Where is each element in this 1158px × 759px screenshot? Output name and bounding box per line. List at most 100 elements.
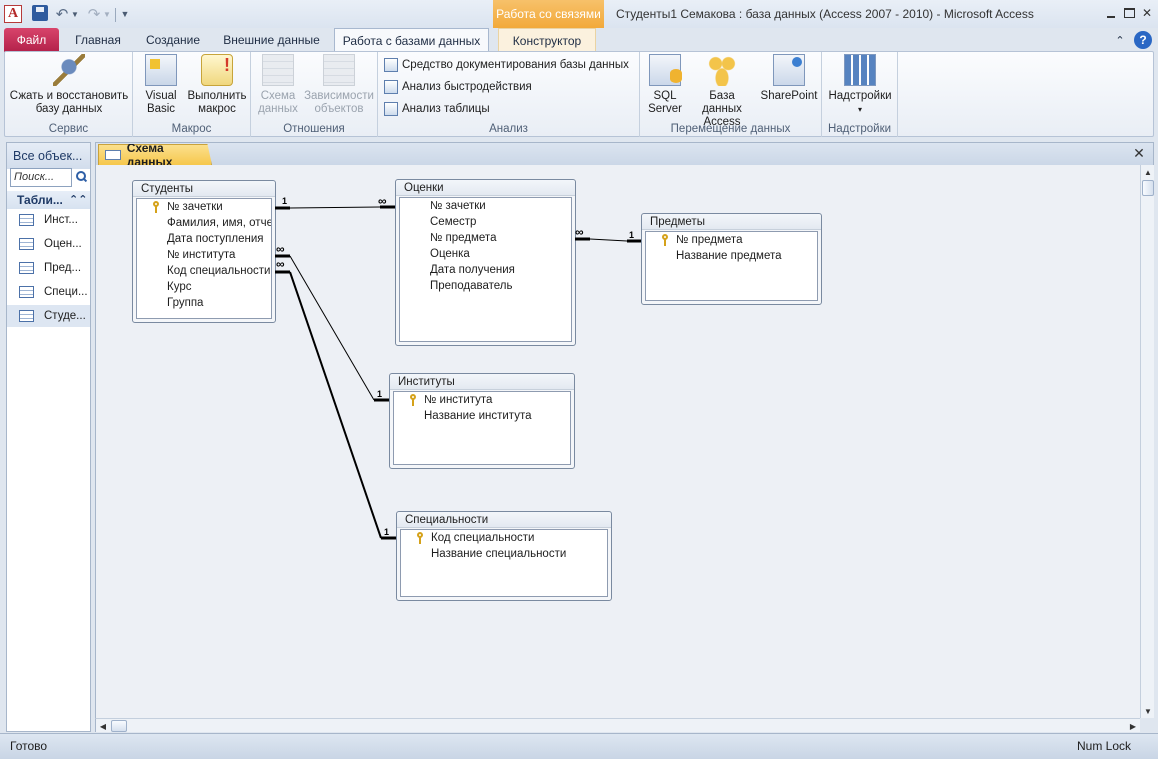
table-title[interactable]: Студенты [133, 181, 275, 197]
field-row[interactable]: Дата поступления [137, 231, 271, 247]
addins-icon [844, 54, 876, 86]
field-row[interactable]: № зачетки [137, 199, 271, 215]
document-tab-relationships[interactable]: Схема данных [98, 144, 212, 165]
sql-server-icon [649, 54, 682, 86]
status-bar: Готово Num Lock [0, 733, 1158, 759]
nav-item-label: Оцен... [44, 238, 82, 250]
vertical-scroll-thumb[interactable] [1142, 180, 1154, 196]
tab-external-data[interactable]: Внешние данные [215, 28, 328, 52]
object-dependencies-button[interactable]: Зависимости объектов [303, 54, 375, 116]
visual-basic-button[interactable]: Visual Basic [139, 54, 183, 116]
table-title[interactable]: Специальности [397, 512, 611, 528]
field-row[interactable]: Семестр [400, 214, 571, 230]
nav-pane-header[interactable]: Все объек... [7, 143, 90, 169]
run-macro-button[interactable]: Выполнить макрос [185, 54, 249, 116]
field-row[interactable]: Преподаватель [400, 278, 571, 294]
field-row[interactable]: Курс [137, 279, 271, 295]
undo-dropdown-icon[interactable]: ▼ [71, 5, 79, 23]
nav-item-label: Инст... [44, 214, 78, 226]
documenter-label: Средство документирования базы данных [402, 59, 629, 71]
field-row[interactable]: Название института [394, 408, 570, 424]
table-specialties[interactable]: Специальности Код специальности Название… [396, 511, 612, 601]
analyze-table-button[interactable]: Анализ таблицы [384, 100, 490, 118]
close-icon[interactable]: ✕ [1131, 145, 1147, 161]
field-row[interactable]: Название предмета [646, 248, 817, 264]
search-icon[interactable] [74, 170, 88, 184]
nav-item-grades[interactable]: Оцен... [7, 233, 90, 255]
chevron-up-icon[interactable]: ⌃ [1112, 28, 1128, 52]
primary-key-icon [417, 532, 425, 544]
relationships-icon [105, 150, 121, 160]
undo-icon[interactable]: ↶ [54, 5, 70, 23]
redo-icon[interactable]: ↷ [86, 5, 102, 23]
field-row[interactable]: Код специальности [137, 263, 271, 279]
table-institutes[interactable]: Институты № института Название института [389, 373, 575, 469]
help-icon[interactable]: ? [1134, 31, 1152, 49]
field-row[interactable]: Код специальности [401, 530, 607, 546]
restore-button[interactable] [1122, 6, 1136, 20]
customize-toolbar-icon[interactable]: ▼ [120, 5, 130, 23]
field-row[interactable]: № института [137, 247, 271, 263]
tab-database-tools[interactable]: Работа с базами данных [334, 28, 489, 52]
vertical-scrollbar[interactable]: ▲ ▼ [1140, 165, 1154, 718]
performance-label: Анализ быстродействия [402, 81, 532, 93]
scroll-down-icon[interactable]: ▼ [1141, 704, 1155, 718]
save-icon[interactable] [32, 5, 48, 21]
field-row[interactable]: Название специальности [401, 546, 607, 562]
nav-item-students[interactable]: Студе... [7, 305, 90, 327]
minimize-button[interactable] [1104, 6, 1118, 20]
table-title[interactable]: Оценки [396, 180, 575, 196]
nav-group-tables[interactable]: Табли... ⌃⌃ [7, 191, 90, 209]
field-row[interactable]: № института [394, 392, 570, 408]
relationships-button[interactable]: Схема данных [255, 54, 301, 116]
table-students[interactable]: Студенты № зачетки Фамилия, имя, отче Да… [132, 180, 276, 323]
field-name: Преподаватель [430, 280, 513, 292]
field-row[interactable]: Фамилия, имя, отче [137, 215, 271, 231]
access-database-button[interactable]: База данных Access [688, 54, 756, 129]
scroll-up-icon[interactable]: ▲ [1141, 165, 1155, 179]
nav-item-label: Пред... [44, 262, 82, 274]
tab-create[interactable]: Создание [138, 28, 208, 52]
field-name: Код специальности [431, 532, 535, 544]
nav-item-subjects[interactable]: Пред... [7, 257, 90, 279]
scroll-left-icon[interactable]: ◀ [96, 719, 110, 733]
schema-label-line1: Схема [260, 90, 296, 102]
analyze-performance-button[interactable]: Анализ быстродействия [384, 78, 532, 96]
table-grades[interactable]: Оценки № зачетки Семестр № предмета Оцен… [395, 179, 576, 346]
run-macro-label-line1: Выполнить [187, 90, 247, 102]
documenter-icon [384, 58, 398, 72]
field-row[interactable]: Оценка [400, 246, 571, 262]
sql-server-button[interactable]: SQL Server [644, 54, 686, 116]
table-subjects[interactable]: Предметы № предмета Название предмета [641, 213, 822, 305]
field-row[interactable]: Группа [137, 295, 271, 311]
field-row[interactable]: № зачетки [400, 198, 571, 214]
tab-constructor[interactable]: Конструктор [498, 28, 596, 52]
chevron-down-icon: ▾ [857, 105, 862, 114]
horizontal-scroll-thumb[interactable] [111, 720, 127, 732]
field-row[interactable]: № предмета [646, 232, 817, 248]
redo-dropdown-icon[interactable]: ▼ [103, 5, 111, 23]
chevron-up-icon[interactable]: ⌃⌃ [69, 191, 87, 209]
close-window-button[interactable]: ✕ [1140, 6, 1154, 20]
scroll-right-icon[interactable]: ▶ [1126, 719, 1140, 733]
table-title[interactable]: Предметы [642, 214, 821, 230]
nav-item-specialties[interactable]: Специ... [7, 281, 90, 303]
tab-file[interactable]: Файл [4, 28, 59, 52]
compact-repair-button[interactable]: Сжать и восстановить базу данных [5, 54, 133, 116]
group-label-service: Сервис [48, 123, 89, 135]
database-documenter-button[interactable]: Средство документирования базы данных [384, 56, 629, 74]
field-row[interactable]: Дата получения [400, 262, 571, 278]
window-title: Студенты1 Семакова : база данных (Access… [616, 7, 1034, 21]
field-row[interactable]: № предмета [400, 230, 571, 246]
sharepoint-button[interactable]: SharePoint [758, 54, 820, 103]
nav-item-institutes[interactable]: Инст... [7, 209, 90, 231]
addins-button[interactable]: Надстройки ▾ [824, 54, 896, 116]
tab-home[interactable]: Главная [66, 28, 130, 52]
access-app-icon[interactable]: A [4, 5, 22, 23]
field-name: № предмета [430, 232, 497, 244]
field-name: № института [424, 394, 493, 406]
nav-group-label: Табли... [17, 193, 63, 207]
table-title[interactable]: Институты [390, 374, 574, 390]
horizontal-scrollbar[interactable]: ◀ ▶ [95, 718, 1140, 732]
nav-search-input[interactable]: Поиск... [10, 168, 72, 187]
